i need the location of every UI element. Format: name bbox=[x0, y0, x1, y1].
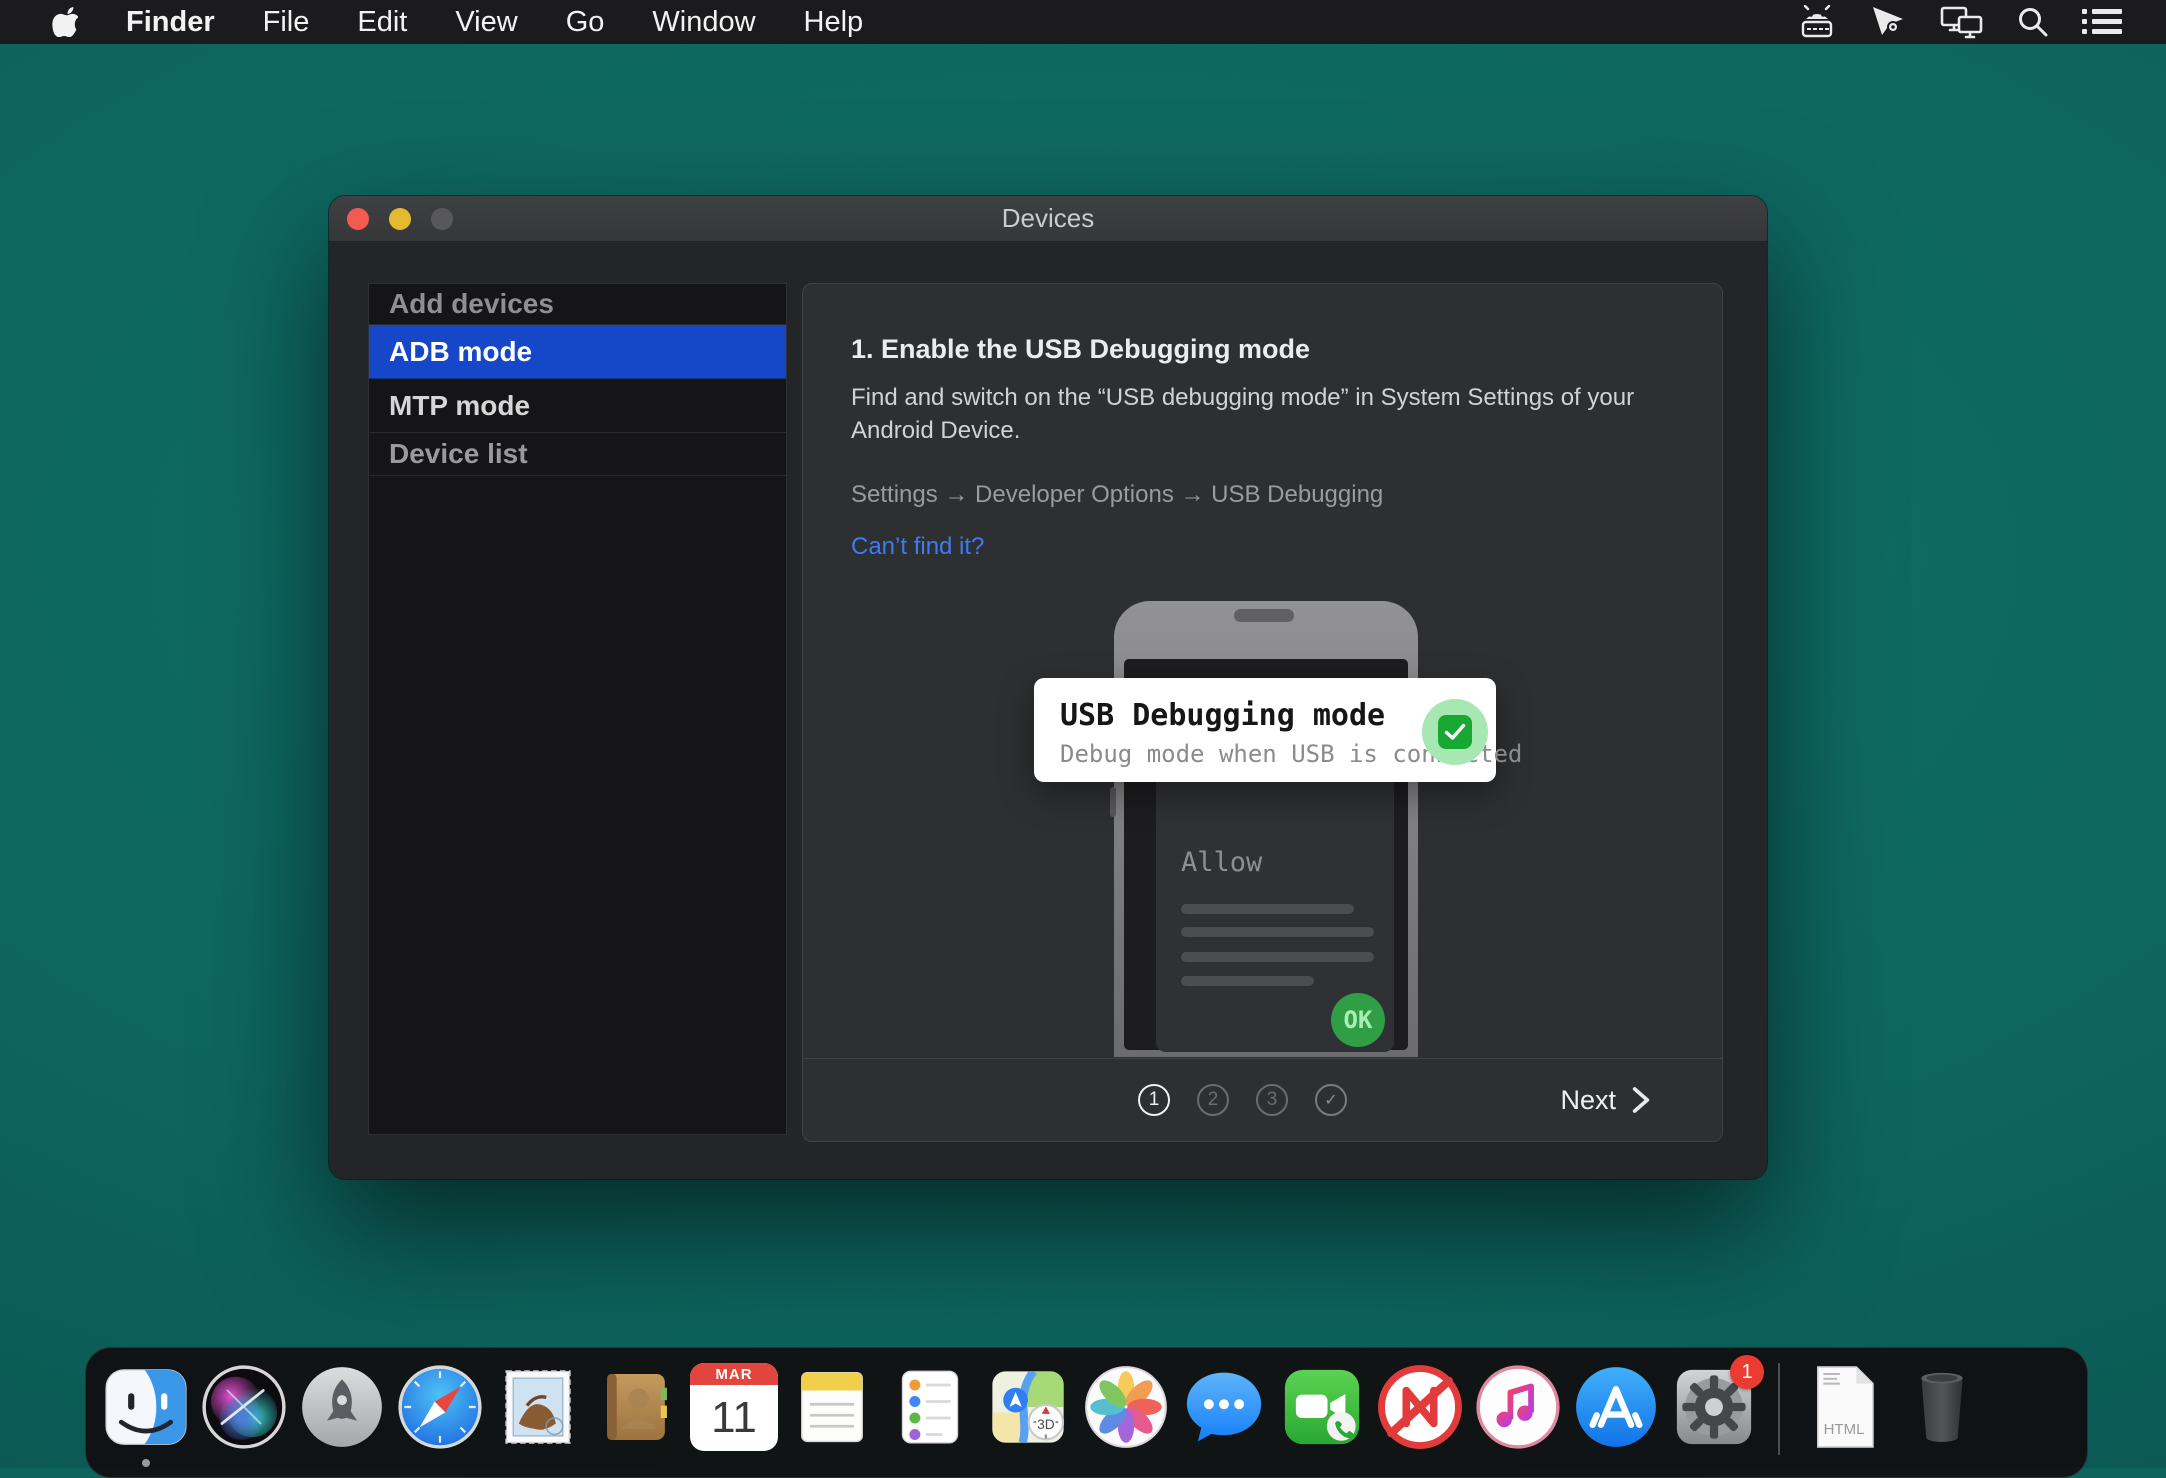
menu-bar: Finder File Edit View Go Window Help bbox=[0, 0, 2166, 44]
ok-button-illustration: OK bbox=[1331, 993, 1385, 1047]
step-description: Find and switch on the “USB debugging mo… bbox=[851, 381, 1671, 447]
notification-badge: 1 bbox=[1730, 1355, 1764, 1389]
step-title: 1. Enable the USB Debugging mode bbox=[851, 334, 1722, 365]
wizard-footer: 1 2 3 ✓ Next bbox=[803, 1058, 1722, 1141]
menu-item-go[interactable]: Go bbox=[566, 6, 605, 39]
dock-finder-icon[interactable] bbox=[102, 1363, 190, 1451]
dock-maps-icon[interactable]: 3D bbox=[984, 1363, 1072, 1451]
dock-trash-icon[interactable] bbox=[1898, 1363, 1986, 1451]
dock-facetime-icon[interactable] bbox=[1278, 1363, 1366, 1451]
dock-siri-icon[interactable] bbox=[200, 1363, 288, 1451]
task-list-icon[interactable] bbox=[2082, 7, 2122, 37]
desktop: { "menu_bar": { "app_name": "Finder", "i… bbox=[0, 0, 2166, 1468]
dock: MAR 11 bbox=[85, 1347, 2088, 1478]
apple-menu-icon[interactable] bbox=[52, 7, 78, 37]
allow-label: Allow bbox=[1181, 847, 1262, 878]
phone-dialog: Allow OK bbox=[1156, 759, 1394, 1052]
window-title: Devices bbox=[329, 196, 1767, 241]
dock-photos-icon[interactable] bbox=[1082, 1363, 1170, 1451]
menu-item-finder[interactable]: Finder bbox=[126, 6, 215, 39]
devices-window: Devices Add devices ADB mode MTP mode De… bbox=[329, 196, 1767, 1179]
sidebar-item-device-list[interactable]: Device list bbox=[369, 433, 786, 476]
calendar-month: MAR bbox=[690, 1363, 778, 1385]
menu-status-icons bbox=[1796, 5, 2122, 39]
checkbox-highlight-circle bbox=[1422, 699, 1488, 765]
step-indicators: 1 2 3 ✓ bbox=[1138, 1059, 1347, 1141]
step-indicator-3: 3 bbox=[1256, 1084, 1288, 1116]
dock-mail-icon[interactable] bbox=[494, 1363, 582, 1451]
next-button-label: Next bbox=[1560, 1085, 1616, 1116]
menu-item-file[interactable]: File bbox=[263, 6, 310, 39]
dock-separator bbox=[1778, 1363, 1780, 1455]
search-icon[interactable] bbox=[2016, 5, 2050, 39]
dock-messages-icon[interactable] bbox=[1180, 1363, 1268, 1451]
title-bar[interactable]: Devices bbox=[329, 196, 1767, 242]
chevron-right-icon bbox=[1630, 1084, 1652, 1116]
sidebar-item-adb-mode[interactable]: ADB mode bbox=[369, 325, 786, 379]
menu-item-help[interactable]: Help bbox=[804, 6, 864, 39]
phone-illustration: Allow OK bbox=[1114, 601, 1418, 1057]
next-button[interactable]: Next bbox=[1560, 1059, 1652, 1141]
dock-html-file-icon[interactable]: HTML bbox=[1800, 1363, 1888, 1451]
dock-contacts-icon[interactable] bbox=[592, 1363, 680, 1451]
step-indicator-1: 1 bbox=[1138, 1084, 1170, 1116]
html-file-label: HTML bbox=[1800, 1421, 1888, 1438]
dock-safari-icon[interactable] bbox=[396, 1363, 484, 1451]
menu-item-edit[interactable]: Edit bbox=[357, 6, 407, 39]
step-indicator-2: 2 bbox=[1197, 1084, 1229, 1116]
calendar-day: 11 bbox=[690, 1385, 778, 1451]
content-panel: 1. Enable the USB Debugging mode Find an… bbox=[802, 283, 1723, 1142]
phone-side-button bbox=[1110, 787, 1116, 817]
dock-app-store-icon[interactable] bbox=[1572, 1363, 1660, 1451]
settings-path: Settings → Developer Options → USB Debug… bbox=[851, 481, 1722, 509]
sidebar-item-add-devices: Add devices bbox=[369, 284, 786, 325]
skeleton-line bbox=[1181, 904, 1354, 914]
dock-reminders-icon[interactable] bbox=[886, 1363, 974, 1451]
sidebar: Add devices ADB mode MTP mode Device lis… bbox=[368, 283, 787, 1135]
dock-system-preferences-icon[interactable]: 1 bbox=[1670, 1363, 1758, 1451]
menu-item-window[interactable]: Window bbox=[652, 6, 755, 39]
dock-notes-icon[interactable] bbox=[788, 1363, 876, 1451]
dock-news-icon[interactable] bbox=[1376, 1363, 1464, 1451]
skeleton-line bbox=[1181, 952, 1374, 962]
finder-running-indicator bbox=[142, 1459, 150, 1467]
file-transfer-icon[interactable] bbox=[1870, 5, 1908, 39]
skeleton-line bbox=[1181, 976, 1314, 986]
step-instructions: 1. Enable the USB Debugging mode Find an… bbox=[803, 284, 1722, 561]
dock-itunes-icon[interactable] bbox=[1474, 1363, 1562, 1451]
svg-text:3D: 3D bbox=[1037, 1417, 1055, 1432]
menu-item-view[interactable]: View bbox=[455, 6, 517, 39]
popup-title: USB Debugging mode bbox=[1060, 698, 1385, 733]
dock-launchpad-icon[interactable] bbox=[298, 1363, 386, 1451]
cant-find-it-link[interactable]: Can’t find it? bbox=[851, 533, 1722, 561]
phone-speaker bbox=[1234, 609, 1294, 622]
screen-mirroring-icon[interactable] bbox=[1940, 5, 1984, 39]
skeleton-line bbox=[1181, 927, 1374, 937]
android-device-icon[interactable] bbox=[1796, 5, 1838, 39]
checked-checkbox-icon bbox=[1438, 715, 1472, 749]
usb-debugging-popup: USB Debugging mode Debug mode when USB i… bbox=[1034, 678, 1496, 782]
step-indicator-done-icon: ✓ bbox=[1315, 1084, 1347, 1116]
sidebar-item-mtp-mode[interactable]: MTP mode bbox=[369, 379, 786, 433]
dock-calendar-icon[interactable]: MAR 11 bbox=[690, 1363, 778, 1451]
